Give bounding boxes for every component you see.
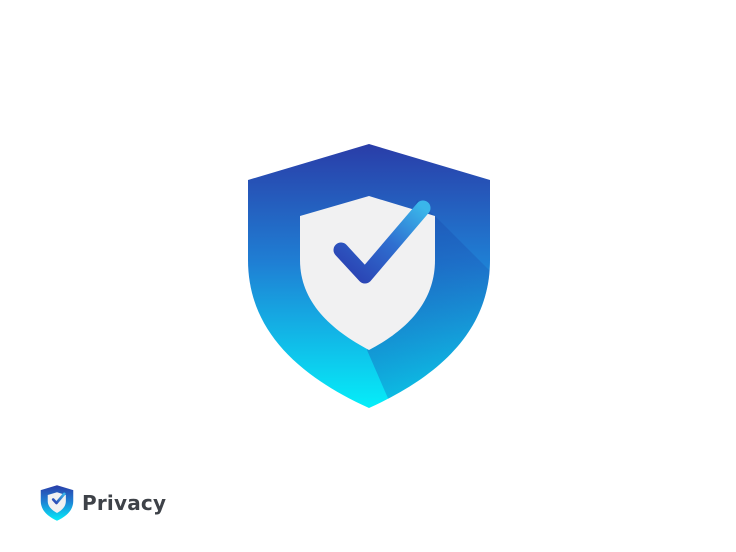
artboard: Privacy	[0, 0, 736, 552]
brand-lockup: Privacy	[40, 484, 166, 522]
brand-name: Privacy	[82, 491, 167, 515]
shield-check-icon	[40, 485, 74, 521]
shield-check-icon	[248, 144, 490, 408]
